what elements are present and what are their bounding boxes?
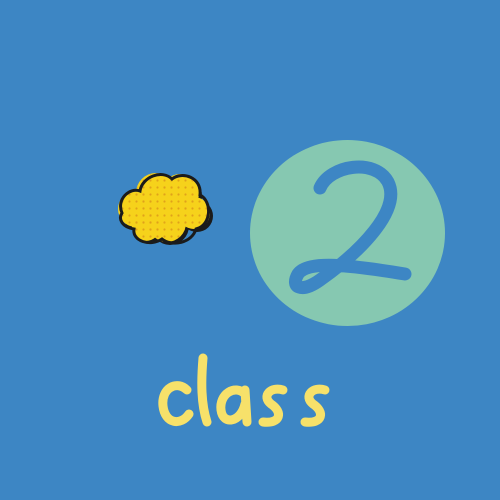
numeral-label: 2 [0, 0, 1, 1]
letter-a [216, 385, 252, 427]
letter-s1 [258, 384, 288, 427]
letter-c [158, 381, 194, 426]
letter-l [197, 353, 212, 427]
numeral-graphic [289, 160, 412, 294]
class-word-label: class [0, 0, 1, 1]
popcorn-cloud-icon [118, 173, 213, 245]
class-word-graphic [158, 353, 330, 427]
background-canvas: 2 [0, 0, 500, 500]
letter-s2 [300, 384, 330, 427]
numeral-stroke [289, 160, 412, 294]
